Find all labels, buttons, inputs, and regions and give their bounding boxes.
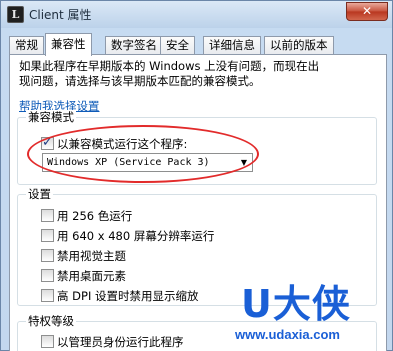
setting-disable-visual-themes[interactable]: 禁用视觉主题: [41, 248, 126, 264]
checkbox[interactable]: [41, 209, 54, 222]
setting-640x480[interactable]: 用 640 x 480 屏幕分辨率运行: [41, 228, 214, 244]
setting-label: 用 256 色运行: [57, 209, 133, 223]
setting-disable-dpi-scaling[interactable]: 高 DPI 设置时禁用显示缩放: [41, 288, 199, 304]
checkbox[interactable]: [41, 229, 54, 242]
tab-compatibility[interactable]: 兼容性: [45, 33, 92, 56]
close-button[interactable]: ✕: [346, 2, 388, 21]
privilege-run-as-admin[interactable]: 以管理员身份运行此程序: [41, 334, 184, 350]
title-bar[interactable]: L Client 属性 ✕: [1, 1, 392, 28]
setting-label: 禁用桌面元素: [57, 269, 126, 283]
checkbox[interactable]: [41, 335, 54, 348]
compat-mode-group-label: 兼容模式: [26, 110, 76, 124]
description-text: 如果此程序在早期版本的 Windows 上没有问题，而现在出现问题，请选择与该早…: [19, 59, 320, 88]
checkbox[interactable]: [41, 269, 54, 282]
app-icon: L: [7, 6, 24, 23]
checkbox[interactable]: [41, 289, 54, 302]
settings-group-label: 设置: [26, 187, 53, 201]
watermark-url: www.udaxia.com: [235, 327, 340, 342]
setting-label: 高 DPI 设置时禁用显示缩放: [57, 289, 199, 303]
setting-disable-desktop-composition[interactable]: 禁用桌面元素: [41, 268, 126, 284]
tab-details[interactable]: 详细信息: [203, 36, 261, 55]
tab-general[interactable]: 常规: [9, 36, 44, 55]
highlight-ring: [27, 125, 259, 183]
privilege-group-label: 特权等级: [26, 314, 76, 328]
setting-label: 禁用视觉主题: [57, 249, 126, 263]
tab-security[interactable]: 安全: [160, 36, 195, 55]
tab-digital-signatures[interactable]: 数字签名: [105, 36, 163, 55]
window-title: Client 属性: [29, 8, 92, 22]
setting-label: 用 640 x 480 屏幕分辨率运行: [57, 229, 215, 243]
checkbox[interactable]: [41, 249, 54, 262]
setting-256-colors[interactable]: 用 256 色运行: [41, 208, 132, 224]
properties-window: L Client 属性 ✕ 常规 兼容性 数字签名 安全 详细信息 以前的版本 …: [0, 0, 393, 351]
watermark-logo: U大侠: [241, 282, 351, 326]
privilege-label: 以管理员身份运行此程序: [57, 335, 184, 349]
tab-previous-versions[interactable]: 以前的版本: [264, 36, 334, 55]
watermark: U大侠 www.udaxia.com: [235, 283, 390, 351]
